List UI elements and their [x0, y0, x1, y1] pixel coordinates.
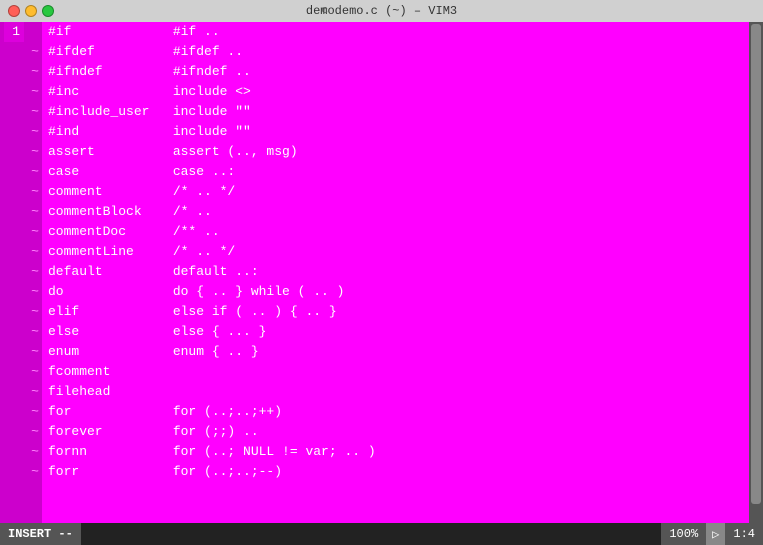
code-line: enum enum { .. }	[48, 342, 749, 362]
tilde-marker: ~	[28, 122, 42, 142]
close-button[interactable]	[8, 5, 20, 17]
tilde-marker: ~	[28, 82, 42, 102]
line-number	[4, 82, 24, 102]
code-line: commentDoc /** ..	[48, 222, 749, 242]
line-number	[4, 142, 24, 162]
line-number	[4, 322, 24, 342]
tilde-gutter: ~~~~~~~~~~~~~~~~~~~~~~	[28, 22, 42, 523]
code-line: comment /* .. */	[48, 182, 749, 202]
scroll-percent: 100%	[661, 523, 706, 545]
line-number	[4, 282, 24, 302]
line-number	[4, 462, 24, 482]
code-line: else else { ... }	[48, 322, 749, 342]
line-number	[4, 382, 24, 402]
line-number	[4, 342, 24, 362]
tilde-marker: ~	[28, 442, 42, 462]
statusbar: INSERT -- 100% ▷ 1:4	[0, 523, 763, 545]
scrollbar[interactable]	[749, 22, 763, 523]
code-area[interactable]: #if #if ..#ifdef #ifdef ..#ifndef #ifnde…	[42, 22, 749, 523]
line-number	[4, 162, 24, 182]
code-line: commentLine /* .. */	[48, 242, 749, 262]
code-line: #ifdef #ifdef ..	[48, 42, 749, 62]
code-line: filehead	[48, 382, 749, 402]
status-right: 100% ▷ 1:4	[661, 523, 763, 545]
scrollbar-thumb[interactable]	[751, 24, 761, 504]
editor-main[interactable]: 1 ~~~~~~~~~~~~~~~~~~~~~~ #if #if ..#ifde…	[0, 22, 749, 523]
editor-content: 1 ~~~~~~~~~~~~~~~~~~~~~~ #if #if ..#ifde…	[0, 22, 749, 523]
flag-icon: ▷	[706, 523, 725, 545]
line-number	[4, 262, 24, 282]
code-line: do do { .. } while ( .. )	[48, 282, 749, 302]
tilde-marker: ~	[28, 422, 42, 442]
code-line: for for (..;..;++)	[48, 402, 749, 422]
code-line: elif else if ( .. ) { .. }	[48, 302, 749, 322]
code-line: #ind include ""	[48, 122, 749, 142]
code-line: case case ..:	[48, 162, 749, 182]
tilde-marker: ~	[28, 342, 42, 362]
tilde-marker: ~	[28, 42, 42, 62]
code-line: #include_user include ""	[48, 102, 749, 122]
tilde-marker: ~	[28, 182, 42, 202]
code-line: #if #if ..	[48, 22, 749, 42]
line-number	[4, 362, 24, 382]
code-line: #ifndef #ifndef ..	[48, 62, 749, 82]
titlebar: c demodemo.c (~) – VIM3	[0, 0, 763, 22]
code-line: fornn for (..; NULL != var; .. )	[48, 442, 749, 462]
tilde-marker: ~	[28, 242, 42, 262]
code-line: default default ..:	[48, 262, 749, 282]
code-line: assert assert (.., msg)	[48, 142, 749, 162]
tilde-marker: ~	[28, 362, 42, 382]
cursor-position: 1:4	[725, 523, 763, 545]
tilde-marker: ~	[28, 262, 42, 282]
tilde-marker: ~	[28, 62, 42, 82]
line-number	[4, 102, 24, 122]
code-line: commentBlock /* ..	[48, 202, 749, 222]
tilde-marker: ~	[28, 462, 42, 482]
line-numbers: 1	[0, 22, 28, 523]
line-number	[4, 422, 24, 442]
file-type-icon: c	[322, 5, 329, 17]
window-controls[interactable]	[8, 5, 54, 17]
line-number	[4, 182, 24, 202]
tilde-marker: ~	[28, 162, 42, 182]
tilde-marker: ~	[28, 382, 42, 402]
line-number	[4, 62, 24, 82]
code-line: fcomment	[48, 362, 749, 382]
insert-mode-indicator: INSERT --	[0, 523, 81, 545]
line-number	[4, 122, 24, 142]
tilde-marker: ~	[28, 322, 42, 342]
window-title: demodemo.c (~) – VIM3	[306, 4, 457, 18]
line-number	[4, 302, 24, 322]
line-number	[4, 42, 24, 62]
line-number	[4, 442, 24, 462]
line-number: 1	[4, 22, 24, 42]
code-line: #inc include <>	[48, 82, 749, 102]
tilde-marker: ~	[28, 202, 42, 222]
line-number	[4, 402, 24, 422]
tilde-marker	[28, 22, 42, 42]
maximize-button[interactable]	[42, 5, 54, 17]
tilde-marker: ~	[28, 142, 42, 162]
code-line: forr for (..;..;--)	[48, 462, 749, 482]
code-line: forever for (;;) ..	[48, 422, 749, 442]
line-number	[4, 202, 24, 222]
line-number	[4, 222, 24, 242]
tilde-marker: ~	[28, 282, 42, 302]
tilde-marker: ~	[28, 102, 42, 122]
tilde-marker: ~	[28, 402, 42, 422]
tilde-marker: ~	[28, 302, 42, 322]
tilde-marker: ~	[28, 222, 42, 242]
minimize-button[interactable]	[25, 5, 37, 17]
editor-container: 1 ~~~~~~~~~~~~~~~~~~~~~~ #if #if ..#ifde…	[0, 22, 763, 523]
line-number	[4, 242, 24, 262]
